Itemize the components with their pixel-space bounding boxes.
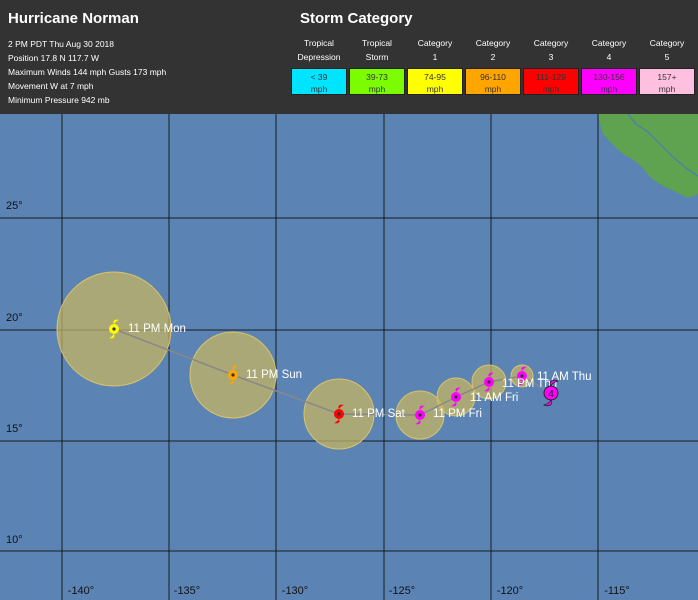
longitude-label: -130° (282, 585, 308, 597)
legend-color-swatch: < 39 mph (291, 68, 347, 95)
legend-category-name: Category (533, 38, 569, 48)
max-winds: Maximum Winds 144 mph Gusts 173 mph (8, 67, 167, 77)
track-map[interactable]: 11 AM Thu11 PM Thu11 AM Fri11 PM Fri11 P… (0, 114, 698, 600)
legend-category-level: 1 (432, 52, 438, 62)
forecast-time-label: 11 PM Mon (128, 323, 186, 335)
legend-wind-unit: mph (310, 84, 328, 94)
legend-color-swatch: 39-73 mph (349, 68, 405, 95)
legend-wind-range: 111-129 (536, 72, 566, 82)
legend-wind-unit: mph (484, 84, 502, 94)
legend-color-swatch: 111-129 mph (523, 68, 579, 95)
legend-category-level: Depression (297, 52, 341, 62)
storm-title: Hurricane Norman (8, 10, 139, 27)
longitude-label: -125° (389, 585, 415, 597)
legend-wind-unit: mph (542, 84, 560, 94)
hurricane-tracker: Hurricane Norman 2 PM PDT Thu Aug 30 201… (0, 0, 698, 600)
storm-position: Position 17.8 N 117.7 W (8, 53, 100, 63)
longitude-label: -135° (174, 585, 200, 597)
latitude-label: 10° (6, 534, 23, 546)
legend-wind-range: 157+ (657, 72, 677, 82)
longitude-label: -140° (68, 585, 94, 597)
forecast-time-label: 11 PM Sat (352, 408, 406, 420)
legend-title: Storm Category (300, 10, 413, 27)
longitude-label: -115° (604, 585, 630, 597)
legend-category-name: Category (649, 38, 685, 48)
legend-wind-range: 74-95 (424, 72, 446, 82)
legend-wind-range: 39-73 (366, 72, 388, 82)
info-header: Hurricane Norman 2 PM PDT Thu Aug 30 201… (0, 0, 698, 114)
forecast-time-label: 11 PM Sun (246, 369, 302, 381)
forecast-time-label: 11 AM Fri (470, 392, 518, 404)
storm-eye (337, 412, 341, 416)
storm-movement: Movement W at 7 mph (8, 81, 94, 91)
storm-eye (487, 380, 491, 384)
current-category-number: 4 (548, 389, 554, 400)
legend-color-swatch: 74-95 mph (407, 68, 463, 95)
legend-color-swatch: 157+ mph (639, 68, 695, 95)
legend-color-swatch: 96-110 mph (465, 68, 521, 95)
latitude-label: 15° (6, 423, 23, 435)
legend-wind-unit: mph (426, 84, 444, 94)
forecast-time-label: 11 PM Fri (433, 408, 482, 420)
legend-category-name: Category (591, 38, 627, 48)
legend-category-level: Storm (365, 52, 389, 62)
min-pressure: Minimum Pressure 942 mb (8, 95, 110, 105)
legend-category-name: Tropical (304, 38, 334, 48)
legend-wind-unit: mph (658, 84, 676, 94)
legend-color-swatch: 130-156 mph (581, 68, 637, 95)
latitude-label: 25° (6, 200, 23, 212)
latitude-label: 20° (6, 312, 23, 324)
storm-eye (231, 373, 235, 377)
legend-wind-range: < 39 (310, 72, 328, 82)
longitude-label: -120° (497, 585, 523, 597)
storm-eye (418, 413, 422, 417)
legend-category-name: Category (475, 38, 511, 48)
legend-wind-unit: mph (600, 84, 618, 94)
legend-category-name: Tropical (362, 38, 392, 48)
legend-category-level: 2 (490, 52, 496, 62)
legend-wind-unit: mph (368, 84, 386, 94)
advisory-time: 2 PM PDT Thu Aug 30 2018 (8, 39, 115, 49)
storm-eye (112, 327, 116, 331)
legend-wind-range: 96-110 (480, 72, 506, 82)
legend-category-level: 4 (606, 52, 612, 62)
legend-category-name: Category (417, 38, 453, 48)
legend-category-level: 5 (664, 52, 670, 62)
storm-eye (454, 395, 458, 399)
legend-wind-range: 130-156 (593, 72, 625, 82)
legend-category-level: 3 (548, 52, 554, 62)
